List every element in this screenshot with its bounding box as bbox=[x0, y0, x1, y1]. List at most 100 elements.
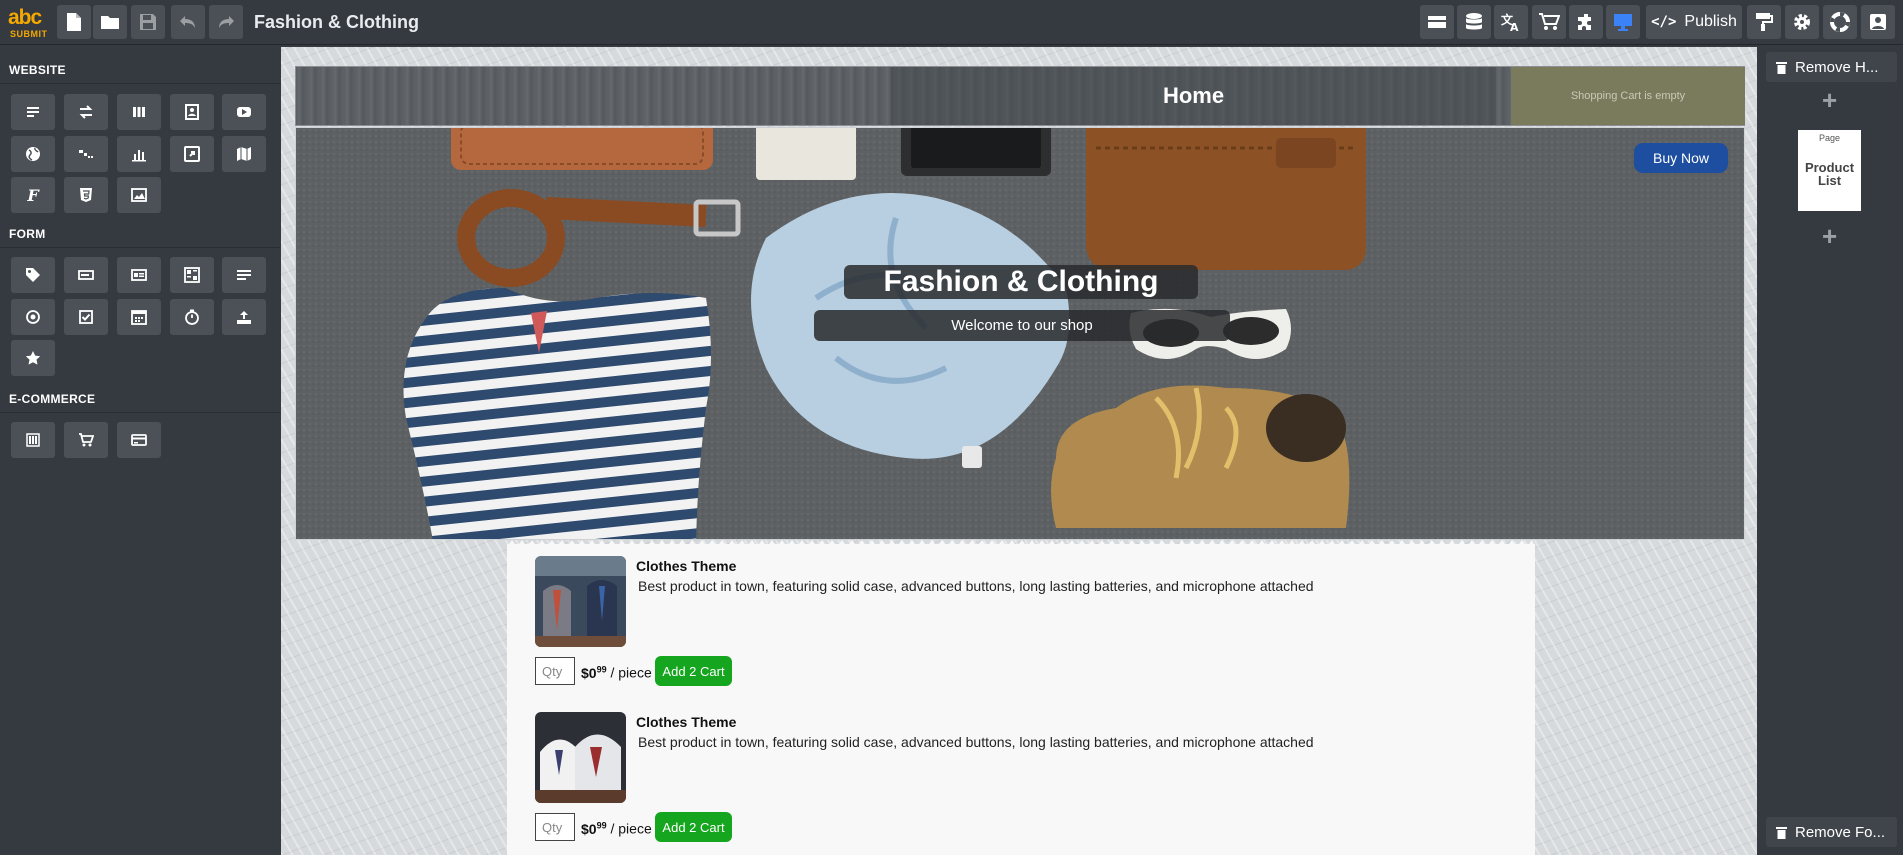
page-thumbnail-product-list[interactable]: Page Product List bbox=[1798, 130, 1861, 211]
widget-contact[interactable] bbox=[170, 94, 214, 130]
publish-button[interactable]: </> Publish bbox=[1646, 5, 1742, 39]
quantity-input[interactable]: Qty bbox=[535, 657, 575, 685]
widget-shopping-cart[interactable] bbox=[64, 422, 108, 458]
add-page-below-icon[interactable]: + bbox=[1822, 221, 1837, 252]
page-card-label: Page bbox=[1818, 133, 1841, 143]
widget-map[interactable] bbox=[222, 136, 266, 172]
widget-embed[interactable] bbox=[170, 136, 214, 172]
hero-subtitle[interactable]: Welcome to our shop bbox=[814, 310, 1230, 341]
widget-timer[interactable] bbox=[170, 299, 214, 335]
widget-upload[interactable] bbox=[222, 299, 266, 335]
style-button[interactable] bbox=[1747, 5, 1781, 39]
swap-icon bbox=[79, 105, 93, 119]
widget-bar-chart[interactable] bbox=[117, 136, 161, 172]
product-name: Clothes Theme bbox=[636, 558, 737, 574]
nav-home-link[interactable]: Home bbox=[891, 67, 1496, 125]
buy-now-button[interactable]: Buy Now bbox=[1634, 143, 1728, 173]
widget-html[interactable] bbox=[64, 177, 108, 213]
product-item[interactable]: Clothes Theme Best product in town, feat… bbox=[535, 712, 1535, 855]
translate-icon: 文A bbox=[1501, 12, 1519, 32]
widget-tag[interactable] bbox=[11, 257, 55, 293]
translate-button[interactable]: 文A bbox=[1494, 5, 1528, 39]
widget-youtube[interactable] bbox=[222, 94, 266, 130]
widget-textarea[interactable] bbox=[222, 257, 266, 293]
add-to-cart-button[interactable]: Add 2 Cart bbox=[655, 656, 732, 686]
save-button[interactable] bbox=[131, 5, 165, 39]
calendar-icon bbox=[131, 310, 147, 325]
app-title: Fashion & Clothing bbox=[254, 12, 419, 32]
widget-image[interactable] bbox=[117, 177, 161, 213]
new-file-icon bbox=[67, 13, 81, 31]
new-file-button[interactable] bbox=[57, 5, 91, 39]
widget-columns[interactable] bbox=[117, 94, 161, 130]
shopping-cart-icon bbox=[79, 433, 94, 447]
editor-canvas[interactable]: Home Shopping Cart is empty Fashion & Cl… bbox=[281, 47, 1757, 855]
layout-icon bbox=[1428, 16, 1446, 28]
price-dollars: $0 bbox=[581, 664, 597, 681]
product-list[interactable]: Clothes Theme Best product in town, feat… bbox=[507, 544, 1535, 855]
section-divider bbox=[0, 83, 280, 84]
layout-button[interactable] bbox=[1420, 5, 1454, 39]
remove-header-label: Remove H... bbox=[1795, 58, 1879, 76]
open-folder-button[interactable] bbox=[93, 5, 127, 39]
cart-button[interactable] bbox=[1532, 5, 1566, 39]
widget-table[interactable] bbox=[170, 257, 214, 293]
top-toolbar: abc SUBMIT Fashion & Clothing 文A </> Pub… bbox=[0, 0, 1903, 45]
undo-icon bbox=[180, 16, 195, 28]
svg-text:A: A bbox=[1510, 21, 1519, 32]
redo-button[interactable] bbox=[209, 5, 243, 39]
table-icon bbox=[184, 267, 200, 283]
abc-submit-logo[interactable]: abc SUBMIT bbox=[4, 4, 52, 42]
undo-button[interactable] bbox=[171, 5, 205, 39]
widget-font[interactable]: F bbox=[11, 177, 55, 213]
widget-radio[interactable] bbox=[11, 299, 55, 335]
product-item[interactable]: Clothes Theme Best product in town, feat… bbox=[535, 556, 1535, 716]
hero-title[interactable]: Fashion & Clothing bbox=[844, 265, 1198, 299]
paint-roller-icon bbox=[1756, 13, 1773, 31]
map-icon bbox=[237, 147, 251, 161]
desktop-view-button[interactable] bbox=[1606, 5, 1640, 39]
open-folder-icon bbox=[101, 16, 119, 29]
quantity-input[interactable]: Qty bbox=[535, 813, 575, 841]
add-page-above-icon[interactable]: + bbox=[1822, 85, 1837, 116]
price-unit: / piece bbox=[610, 820, 652, 837]
product-image[interactable] bbox=[535, 556, 626, 647]
widget-input[interactable] bbox=[64, 257, 108, 293]
code-icon: </> bbox=[1651, 14, 1677, 30]
font-icon: F bbox=[27, 185, 39, 205]
widget-checkbox[interactable] bbox=[64, 299, 108, 335]
widget-payment[interactable] bbox=[117, 422, 161, 458]
cart-status[interactable]: Shopping Cart is empty bbox=[1511, 67, 1745, 125]
trash-icon bbox=[1776, 826, 1787, 839]
site-header[interactable]: Home Shopping Cart is empty bbox=[295, 66, 1745, 126]
widget-card[interactable] bbox=[117, 257, 161, 293]
radio-icon bbox=[26, 310, 40, 324]
section-divider bbox=[0, 412, 280, 413]
account-button[interactable] bbox=[1861, 5, 1895, 39]
remove-header-button[interactable]: Remove H... bbox=[1766, 52, 1897, 82]
widget-steps[interactable] bbox=[64, 136, 108, 172]
plugin-button[interactable] bbox=[1569, 5, 1603, 39]
publish-label: Publish bbox=[1684, 13, 1737, 30]
remove-footer-button[interactable]: Remove Fo... bbox=[1766, 817, 1897, 847]
remove-footer-label: Remove Fo... bbox=[1795, 823, 1886, 841]
widget-swap[interactable] bbox=[64, 94, 108, 130]
desktop-icon bbox=[1614, 14, 1632, 31]
widget-globe[interactable] bbox=[11, 136, 55, 172]
database-button[interactable] bbox=[1457, 5, 1491, 39]
product-image[interactable] bbox=[535, 712, 626, 803]
price-unit: / piece bbox=[610, 664, 652, 681]
page-panel: Remove H... + Page Product List + Remove… bbox=[1758, 45, 1903, 855]
logo-text: abc bbox=[8, 6, 42, 29]
widget-text[interactable] bbox=[11, 94, 55, 130]
steps-icon bbox=[79, 150, 93, 158]
settings-button[interactable] bbox=[1785, 5, 1819, 39]
help-button[interactable] bbox=[1823, 5, 1857, 39]
widget-star[interactable] bbox=[11, 340, 55, 376]
widget-calendar[interactable] bbox=[117, 299, 161, 335]
product-name: Clothes Theme bbox=[636, 714, 737, 730]
hero-banner[interactable]: Fashion & Clothing Welcome to our shop B… bbox=[295, 127, 1745, 540]
add-to-cart-button[interactable]: Add 2 Cart bbox=[655, 812, 732, 842]
database-icon bbox=[1466, 13, 1482, 30]
widget-product-list[interactable] bbox=[11, 422, 55, 458]
